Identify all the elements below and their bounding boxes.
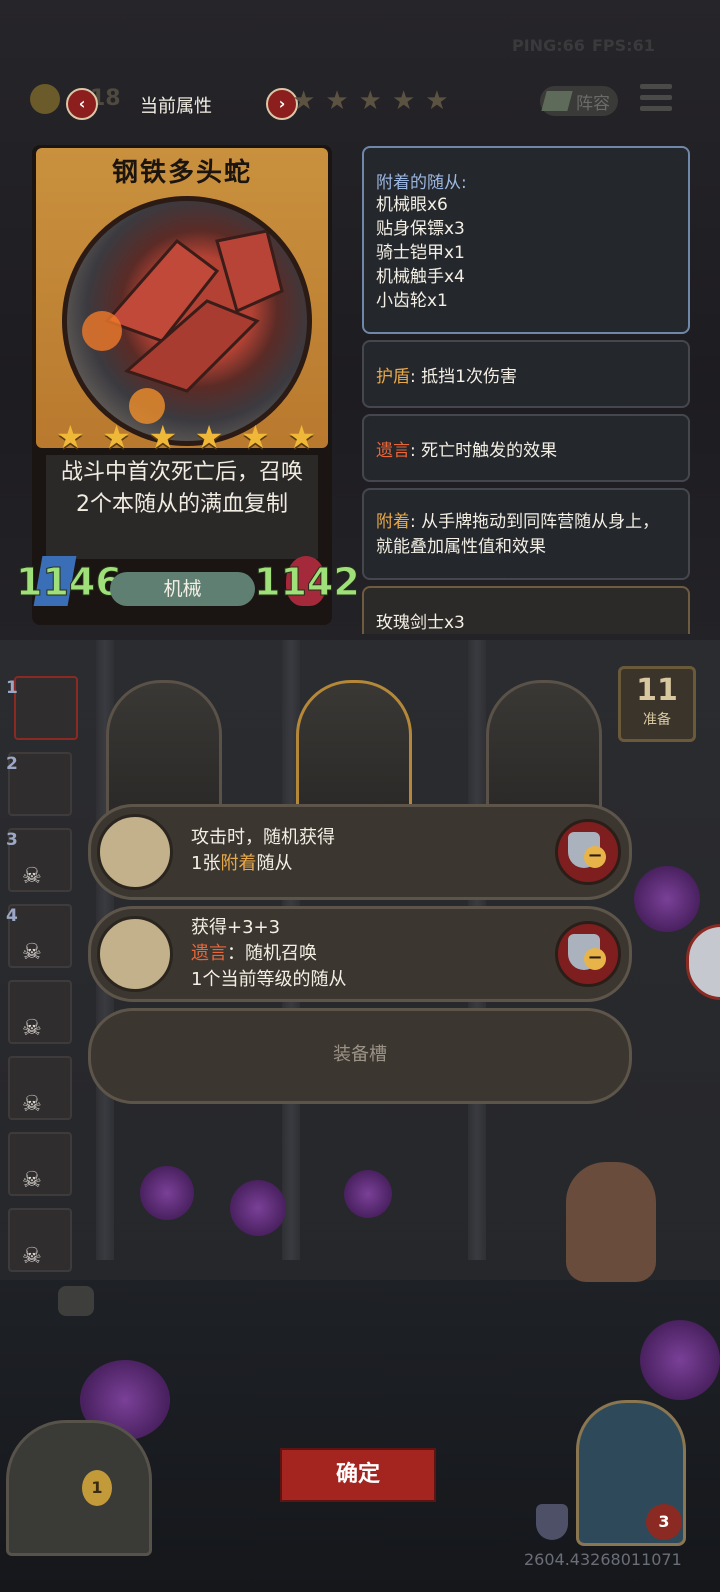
slot-number: 3 [6,830,18,850]
card-stars: ★ ★ ★ ★ ★ ★ [56,418,316,456]
chat-icon[interactable] [58,1286,94,1316]
minus-icon: − [584,948,606,970]
star-icon: ★ [325,86,349,116]
coin-slot: 1 [82,1470,112,1506]
lineup-button[interactable]: 阵容 [540,86,618,116]
star-icon: ★ [292,86,316,116]
rose-decoration [140,1166,194,1220]
slot-number: 2 [6,754,18,774]
equipment-line: ：随机召唤 [227,943,317,964]
star-icon: ★ [391,86,416,116]
deathrattle-keyword: 遗言 [191,943,227,964]
skull-icon: ☠ [22,1244,42,1269]
equipment-text: 攻击时，随机获得 1张附着随从 [191,825,335,877]
pig-mascot [566,1162,656,1282]
prev-arrow-button[interactable]: ‹ [66,88,98,120]
skull-icon: ☠ [22,1168,42,1193]
book-icon [541,91,573,111]
star-icon: ★ [102,418,131,456]
attach-keyword: 附着 [376,512,410,532]
rose-decoration [344,1170,392,1218]
list-item: 机械触手x4 [376,267,465,287]
panel-title: 当前属性 [140,96,212,117]
star-icon: ★ [148,418,178,456]
shield-icon [536,1504,568,1540]
deathrattle-keyword: 遗言 [376,441,410,461]
extra-minion: 玫瑰剑士x3 [376,613,465,633]
slot-number: 4 [6,906,18,926]
equipment-line: 获得+3+3 [191,917,281,938]
rose-decoration [230,1180,286,1236]
equipment-slot-2: 获得+3+3 遗言：随机召唤 1个当前等级的随从 − [88,906,632,1002]
list-item: 贴身保镖x3 [376,219,465,239]
wrench-icon [97,814,173,890]
star-icon: ★ [194,418,224,456]
skull-icon: ☠ [22,1092,42,1117]
lives-badge: 3 [646,1504,682,1540]
ready-counter: 11 准备 [618,666,696,742]
ready-count: 11 [636,673,678,708]
menu-icon[interactable] [640,84,672,111]
shield-keyword-panel: 护盾: 抵挡1次伤害 [362,340,690,408]
skull-icon: ☠ [22,940,42,965]
attached-minions-panel: 附着的随从: 机械眼x6 贴身保镖x3 骑士铠甲x1 机械触手x4 小齿轮x1 [362,146,690,334]
equipment-line: 随从 [256,853,293,874]
attached-list: 机械眼x6 贴身保镖x3 骑士铠甲x1 机械触手x4 小齿轮x1 [376,193,688,313]
attack-value: 1146 [16,560,123,605]
equipment-text: 获得+3+3 遗言：随机召唤 1个当前等级的随从 [191,915,346,993]
unequip-button[interactable]: − [555,921,621,987]
card-name: 钢铁多头蛇 [111,158,252,188]
equipment-line: 1张 [191,853,221,874]
fps-label: FPS:61 [592,36,655,55]
skull-icon: ☠ [22,864,42,889]
unequip-button[interactable]: − [555,819,621,885]
lineup-label: 阵容 [576,93,610,114]
id-text: 2604.43268011071 [524,1550,682,1569]
equipment-slot-1: 攻击时，随机获得 1张附着随从 − [88,804,632,900]
list-item: 骑士铠甲x1 [376,243,465,263]
health-value: 1142 [254,560,361,605]
list-item: 小齿轮x1 [376,291,448,311]
deathrattle-text: : 死亡时触发的效果 [410,441,558,461]
ready-label: 准备 [643,712,671,728]
ping-label: PING:66 [512,36,585,55]
attach-keyword: 附着 [220,853,257,874]
shield-keyword: 护盾 [376,367,410,387]
star-icon: ★ [241,418,270,456]
star-icon: ★ [56,418,85,456]
card-description-text: 战斗中首次死亡后，召唤2个本随从的满血复制 [60,460,303,517]
tier-stars: ★ ★ ★ ★ ★ [292,86,449,116]
card-description: 战斗中首次死亡后，召唤2个本随从的满血复制 [46,455,318,559]
star-icon: ★ [425,86,449,116]
star-icon: ★ [358,86,382,116]
rose-decoration [640,1320,720,1400]
tribe-label: 机械 [110,572,255,606]
skull-icon: ☠ [22,1016,42,1041]
attach-keyword-panel: 附着: 从手牌拖动到同阵营随从身上，就能叠加属性值和效果 [362,488,690,580]
deathrattle-keyword-panel: 遗言: 死亡时触发的效果 [362,414,690,482]
equipment-line: 1个当前等级的随从 [191,969,347,990]
list-item: 机械眼x6 [376,195,448,215]
coffin-icon [97,916,173,992]
slot-number: 1 [6,678,18,698]
gold-coin-icon [30,84,60,114]
attached-extra-panel: 玫瑰剑士x3 [362,586,690,634]
player-slot[interactable] [14,676,78,740]
hydra-portrait [62,196,312,446]
empty-equipment-slot[interactable]: 装备槽 [88,1008,632,1104]
attach-text: : 从手牌拖动到同阵营随从身上，就能叠加属性值和效果 [376,512,660,557]
shield-text: : 抵挡1次伤害 [410,367,517,387]
star-icon: ★ [287,418,316,456]
empty-slot-label: 装备槽 [333,1044,387,1065]
equipment-line: 攻击时，随机获得 [191,827,335,848]
player-list: 1 2 3 ☠ 4 ☠ ☠ ☠ ☠ ☠ [0,668,82,1272]
attached-heading: 附着的随从: [376,173,467,193]
confirm-button[interactable]: 确定 [280,1448,436,1502]
minus-icon: − [584,846,606,868]
rose-decoration [634,866,700,932]
shop-door[interactable] [6,1420,152,1556]
